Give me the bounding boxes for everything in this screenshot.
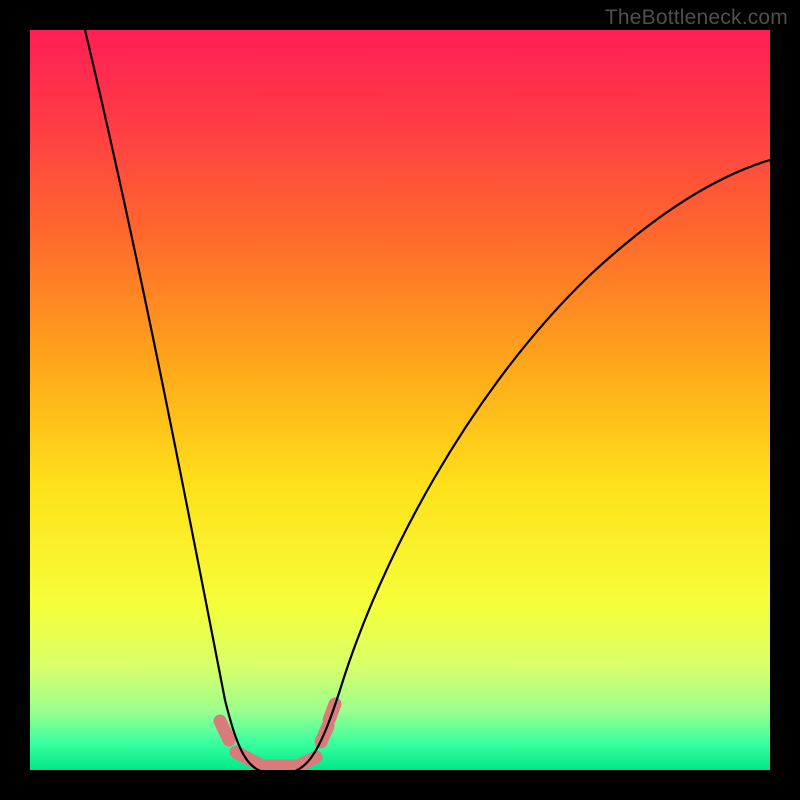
chart-root: TheBottleneck.com bbox=[0, 0, 800, 800]
plot-background bbox=[30, 30, 770, 770]
chart-svg bbox=[0, 0, 800, 800]
optimal-region-segment bbox=[220, 721, 229, 740]
